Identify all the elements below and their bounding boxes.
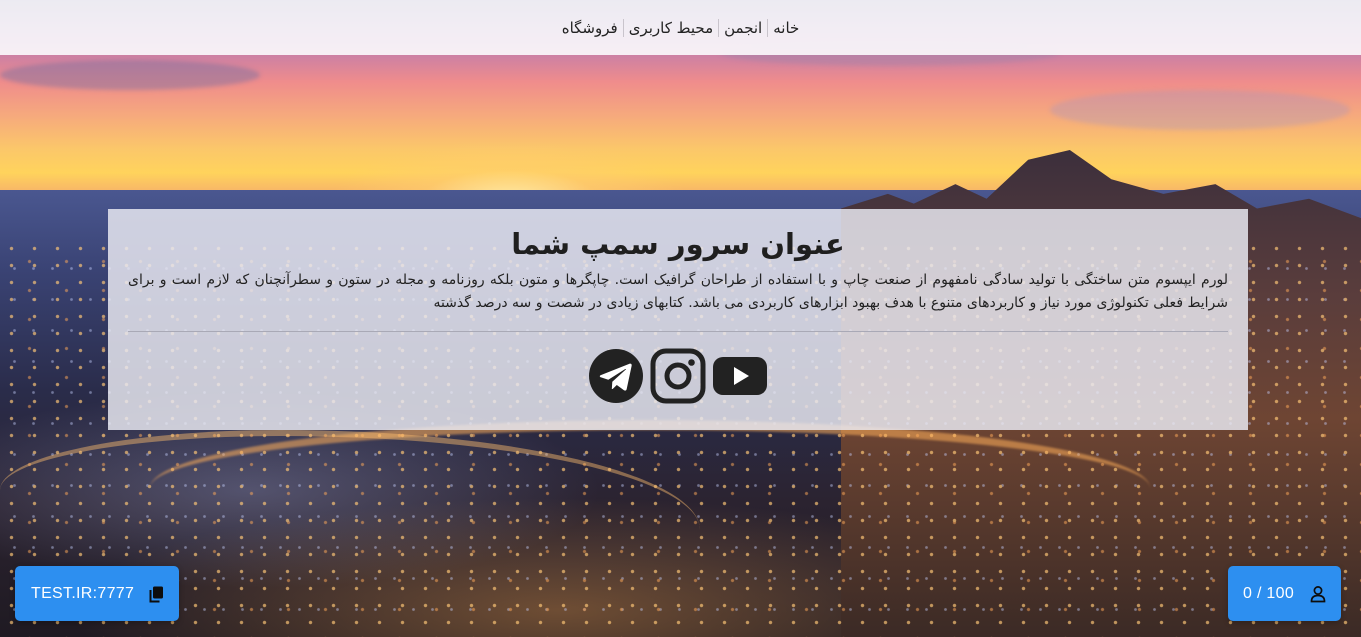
server-address: TEST.IR:7777 xyxy=(31,584,135,602)
player-count: 0 / 100 xyxy=(1243,584,1295,602)
nav-divider xyxy=(767,18,769,37)
main-nav: خانه انجمن محیط کاربری فروشگاه xyxy=(558,18,804,38)
youtube-link[interactable] xyxy=(712,348,768,404)
nav-store-link[interactable]: فروشگاه xyxy=(558,18,622,38)
top-nav-bar: خانه انجمن محیط کاربری فروشگاه xyxy=(0,0,1361,55)
nav-home-link[interactable]: خانه xyxy=(769,18,803,38)
cloud xyxy=(1050,90,1350,130)
instagram-link[interactable] xyxy=(650,348,706,404)
nav-divider xyxy=(718,18,720,37)
nav-user-panel-link[interactable]: محیط کاربری xyxy=(625,18,717,38)
hero-panel: عنوان سرور سمپ شما لورم ایپسوم متن ساختگ… xyxy=(108,209,1248,430)
nav-forum-link[interactable]: انجمن xyxy=(720,18,766,38)
cloud xyxy=(0,60,260,90)
server-title: عنوان سرور سمپ شما xyxy=(511,227,845,261)
instagram-icon xyxy=(650,348,706,404)
social-links xyxy=(128,348,1228,404)
youtube-icon xyxy=(713,357,767,395)
server-address-button[interactable]: TEST.IR:7777 xyxy=(15,566,179,621)
user-icon xyxy=(1310,585,1326,602)
telegram-link[interactable] xyxy=(588,348,644,404)
copy-icon xyxy=(149,586,163,602)
server-description: لورم ایپسوم متن ساختگی با تولید سادگی نا… xyxy=(128,272,1228,311)
divider xyxy=(128,331,1228,332)
nav-divider xyxy=(622,18,624,37)
telegram-icon xyxy=(589,349,643,403)
player-count-button[interactable]: 0 / 100 xyxy=(1228,566,1341,621)
